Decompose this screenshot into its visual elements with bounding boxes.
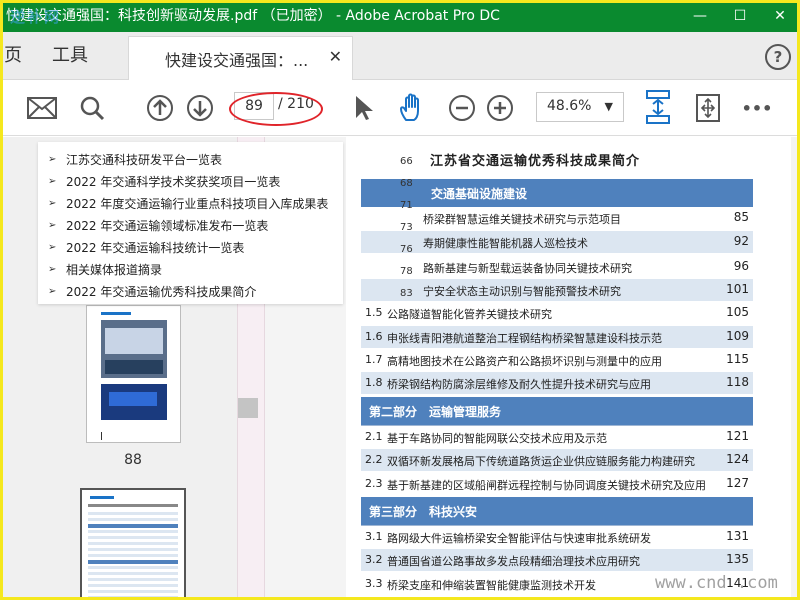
arrow-icon: ➢ <box>48 263 57 275</box>
arrow-icon: ➢ <box>48 197 57 209</box>
arrow-icon: ➢ <box>48 219 57 231</box>
email-icon[interactable] <box>26 92 58 124</box>
zoom-select[interactable]: 48.6% ▼ <box>536 92 624 122</box>
bookmark-item[interactable]: ➢ 江苏交通科技研发平台一览表 <box>48 148 328 170</box>
document-tab-label: 快建设交通强国：... <box>165 51 309 70</box>
arrow-icon: ➢ <box>48 153 57 165</box>
site-watermark: www.cnd .com <box>655 573 778 593</box>
thumbnail-header <box>101 312 131 315</box>
window-title: 快建设交通强国：科技创新驱动发展.pdf （已加密） - Adobe Acrob… <box>6 8 500 24</box>
logo-watermark: 逆补网 <box>10 8 62 26</box>
select-cursor-icon[interactable] <box>348 92 380 124</box>
toc-section-header: 交通基础设施建设 <box>361 179 753 207</box>
chevron-down-icon: ▼ <box>604 100 613 113</box>
maximize-button[interactable]: ☐ <box>720 0 760 32</box>
bookmark-item[interactable]: ➢ 相关媒体报道摘录 <box>48 258 328 280</box>
bookmark-page-number: 66 <box>400 156 413 167</box>
bookmark-page-number: 68 <box>400 178 413 189</box>
bookmark-item[interactable]: ➢ 2022 年度交通运输行业重点科技项目入库成果表 <box>48 192 328 214</box>
toc-title: 江苏省交通运输优秀科技成果简介 <box>430 154 641 169</box>
toc-section-header: 第三部分 科技兴安 <box>361 497 753 525</box>
bookmark-page-number: 73 <box>400 222 413 233</box>
bookmark-page-number: 78 <box>400 266 413 277</box>
zoom-out-icon[interactable] <box>446 92 478 124</box>
bookmark-item[interactable]: ➢ 2022 年交通运输优秀科技成果简介 <box>48 280 328 302</box>
toc-row[interactable]: 寿期健康性能智能机器人巡检技术 92 <box>361 231 753 253</box>
toc-row[interactable]: 路新基建与新型载运装备协同关键技术研究 96 <box>361 256 753 278</box>
document-tab[interactable]: 快建设交通强国：... ✕ <box>128 36 353 80</box>
more-tools-icon[interactable]: ••• <box>740 92 774 124</box>
menu-tools[interactable]: 工具 <box>52 44 88 68</box>
bookmark-page-number: 71 <box>400 200 413 211</box>
close-tab-icon[interactable]: ✕ <box>329 47 342 66</box>
hand-tool-icon[interactable] <box>396 92 428 124</box>
arrow-icon: ➢ <box>48 175 57 187</box>
menu-bar: 页 工具 <box>0 32 800 80</box>
next-page-icon[interactable] <box>184 92 216 124</box>
bookmark-item[interactable]: ➢ 2022 年交通运输科技统计一览表 <box>48 236 328 258</box>
bookmark-item[interactable]: ➢ 2022 年交通科学技术奖获奖项目一览表 <box>48 170 328 192</box>
help-icon[interactable]: ? <box>765 44 791 70</box>
toc-row[interactable]: 桥梁群智慧运维关键技术研究与示范项目 85 <box>361 207 753 229</box>
thumbnail-photo <box>101 320 167 378</box>
thumbnail-page-label: 88 <box>124 452 142 468</box>
toc-row[interactable]: 1.8 桥梁钢结构防腐涂层维修及耐久性提升技术研究与应用 118 <box>361 372 753 394</box>
bookmark-list-popup: ➢ 江苏交通科技研发平台一览表 ➢ 2022 年交通科学技术奖获奖项目一览表 ➢ 20… <box>38 142 343 304</box>
toc-row[interactable]: 3.2 普通国省道公路事故多发点段精细治理技术应用研究 135 <box>361 549 753 571</box>
menu-home[interactable]: 页 <box>4 44 22 68</box>
toc-row[interactable]: 3.1 路网级大件运输桥梁安全智能评估与快速审批系统研发 131 <box>361 526 753 548</box>
toc-row[interactable]: 2.3 基于新基建的区域船闸群远程控制与协同调度关键技术研究及应用 127 <box>361 473 753 495</box>
text-cursor <box>101 432 102 440</box>
page-thumbnail-selected[interactable] <box>80 488 186 600</box>
previous-page-icon[interactable] <box>144 92 176 124</box>
toc-section-header: 第二部分 运输管理服务 <box>361 397 753 425</box>
toolbar: 89 / 210 ••• <box>0 80 800 136</box>
toc-row[interactable]: 1.5 公路隧道智能化管养关键技术研究 105 <box>361 302 753 324</box>
close-window-button[interactable]: ✕ <box>760 0 800 32</box>
zoom-in-icon[interactable] <box>484 92 516 124</box>
search-icon[interactable] <box>76 92 108 124</box>
zoom-value: 48.6% <box>547 98 592 114</box>
arrow-icon: ➢ <box>48 285 57 297</box>
toc-row[interactable]: 1.6 申张线青阳港航道整治工程钢结构桥梁智慧建设科技示范 109 <box>361 326 753 348</box>
page-highlight-circle <box>229 92 323 126</box>
bookmark-item[interactable]: ➢ 2022 年交通运输领域标准发布一览表 <box>48 214 328 236</box>
arrow-icon: ➢ <box>48 241 57 253</box>
toc-row[interactable]: 1.7 高精地图技术在公路资产和公路损坏识别与测量中的应用 115 <box>361 349 753 371</box>
bookmark-page-number: 83 <box>400 288 413 299</box>
toc-row[interactable]: 2.2 双循环新发展格局下传统道路货运企业供应链服务能力构建研究 124 <box>361 449 753 471</box>
title-bar: 快建设交通强国：科技创新驱动发展.pdf （已加密） - Adobe Acrob… <box>0 0 800 32</box>
full-screen-icon[interactable] <box>692 92 724 124</box>
toc-row[interactable]: 宁安全状态主动识别与智能预警技术研究 101 <box>361 279 753 301</box>
bookmark-page-number: 76 <box>400 244 413 255</box>
panel-scrollbar-thumb[interactable] <box>238 398 258 418</box>
minimize-button[interactable]: — <box>680 0 720 32</box>
page-thumbnail[interactable] <box>86 305 181 443</box>
fit-page-icon[interactable] <box>640 88 676 126</box>
toc-row[interactable]: 2.1 基于车路协同的智能网联公交技术应用及示范 121 <box>361 426 753 448</box>
thumbnail-photo <box>101 384 167 420</box>
